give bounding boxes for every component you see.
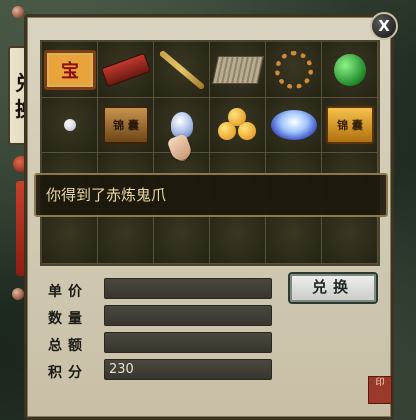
points-label: 积分 — [48, 365, 88, 381]
treasure-placard-icon[interactable]: 宝 — [44, 49, 96, 90]
red-box-icon[interactable] — [100, 52, 152, 88]
gold-chest-icon[interactable]: 锦 囊 — [326, 106, 374, 145]
bead-necklace-icon[interactable] — [275, 50, 313, 89]
points-field: 230 — [104, 359, 272, 380]
total-field — [104, 332, 272, 353]
quantity-field[interactable] — [104, 305, 272, 326]
message-bar: 你得到了赤炼鬼爪 — [34, 173, 388, 217]
total-label: 总额 — [48, 338, 88, 354]
golden-orbs-icon[interactable] — [218, 108, 258, 142]
exchange-button[interactable]: 兑换 — [288, 272, 378, 304]
close-button[interactable]: X — [370, 12, 398, 40]
rod-cap-bottom — [12, 288, 24, 300]
bamboo-flute-icon[interactable] — [154, 49, 210, 91]
item-label: 宝 — [61, 60, 79, 82]
message-text: 你得到了赤炼鬼爪 — [46, 186, 167, 204]
item-label: 锦 囊 — [113, 119, 139, 133]
item-label: 锦 囊 — [337, 119, 363, 133]
unit-price-label: 单价 — [48, 284, 88, 300]
quantity-label: 数量 — [48, 311, 88, 327]
jade-disc-icon[interactable] — [334, 53, 366, 86]
item-grid: 宝锦 囊 锦 囊 — [40, 40, 380, 266]
blue-lotus-crystal-icon[interactable] — [271, 110, 317, 141]
bronze-chest-icon[interactable]: 锦 囊 — [103, 106, 149, 145]
scroll-mat-icon[interactable] — [212, 55, 264, 84]
white-pearl-icon[interactable] — [64, 119, 76, 132]
unit-price-field — [104, 278, 272, 299]
seal-stamp: 印 — [368, 376, 392, 404]
rod-cap-top — [12, 6, 24, 18]
